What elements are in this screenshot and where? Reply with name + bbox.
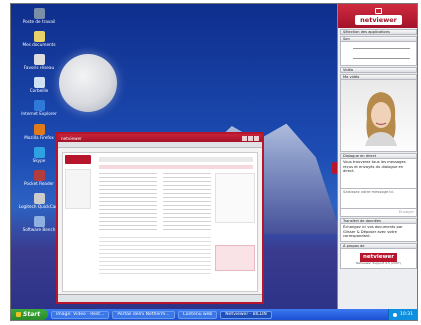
chat-input[interactable]: Saisissez votre message ici. <box>340 189 417 209</box>
browser-title-bar[interactable]: netviewer <box>58 134 262 142</box>
desktop-icon-3[interactable]: Corbeille <box>15 77 63 94</box>
clock: 10:31 <box>400 312 413 317</box>
page-text-lower <box>99 237 211 277</box>
page-nav <box>99 157 253 162</box>
close-icon[interactable] <box>254 135 259 141</box>
page-right-box <box>215 173 255 223</box>
chat-bubble-icon <box>375 7 382 14</box>
netviewer-panel: netviewer Sélection des applications Son… <box>337 4 417 320</box>
section-video[interactable]: Vidéo <box>340 67 417 73</box>
computer-icon <box>33 8 45 19</box>
page-promo-box <box>215 245 255 271</box>
desktop-icon-4[interactable]: Internet Explorer <box>15 100 63 117</box>
page-logo <box>65 155 91 164</box>
chat-history: Vous trouverez tous les messages reçus e… <box>340 159 417 189</box>
netviewer-logo: netviewer <box>355 14 402 25</box>
firefox-icon <box>33 124 45 135</box>
section-apps[interactable]: Sélection des applications <box>340 29 417 35</box>
tray-icon[interactable] <box>393 312 398 317</box>
reader-icon <box>33 170 45 181</box>
video-preview <box>340 80 417 152</box>
transfer-drop-zone[interactable]: Échangez ici vos documents par Glisser &… <box>340 224 417 242</box>
desktop-icon-1[interactable]: Mes documents <box>15 31 63 48</box>
person-photo <box>365 92 397 146</box>
recycle-bin-icon <box>33 77 45 88</box>
maximize-icon[interactable] <box>248 135 253 141</box>
folder-icon <box>33 31 45 42</box>
screen-frame: Poste de travail Mes documents Favoris r… <box>10 3 418 321</box>
about-box: netviewer Netviewer Support 4.5 (2007) <box>340 249 417 269</box>
desktop-icon-2[interactable]: Favoris réseau <box>15 54 63 71</box>
minimize-icon[interactable] <box>242 135 247 141</box>
page-text-column-2 <box>163 173 211 233</box>
send-button[interactable]: Envoyer <box>340 209 417 217</box>
page-banner <box>99 165 253 169</box>
netviewer-header: netviewer <box>338 4 417 28</box>
start-button[interactable]: Start <box>11 309 49 320</box>
taskbar: Start Image: Video - Rest... Portail dem… <box>11 309 417 320</box>
app-icon <box>33 216 45 227</box>
browser-toolbar[interactable] <box>58 142 262 148</box>
network-icon <box>33 54 45 65</box>
webcam-icon <box>33 193 45 204</box>
browser-status-bar: Gerne auf Netviewer <box>58 294 262 311</box>
taskbar-button-1[interactable]: Portail demi Netfierm... <box>112 310 175 319</box>
volume-slider[interactable] <box>353 48 410 49</box>
taskbar-button-0[interactable]: Image: Video - Rest... <box>51 310 110 319</box>
sound-controls[interactable] <box>340 42 417 66</box>
taskbar-button-active[interactable]: Netviewer - BILLIN <box>220 310 272 319</box>
browser-window[interactable]: netviewer Gerne auf Netviewer <box>56 132 264 311</box>
windows-logo-icon <box>16 312 21 317</box>
taskbar-button-2[interactable]: Contenu web <box>177 310 218 319</box>
netviewer-logo-small: netviewer <box>61 135 82 141</box>
page-sidebar <box>65 169 91 209</box>
mic-slider[interactable] <box>353 58 410 59</box>
page-text-column-1 <box>99 173 157 233</box>
system-tray: 10:31 <box>388 309 417 320</box>
desktop-icon-0[interactable]: Poste de travail <box>15 8 63 25</box>
skype-icon <box>33 147 45 158</box>
web-page-preview[interactable] <box>62 152 258 292</box>
moon-decoration <box>59 54 117 112</box>
browser-icon <box>33 100 45 111</box>
window-controls <box>242 135 259 141</box>
